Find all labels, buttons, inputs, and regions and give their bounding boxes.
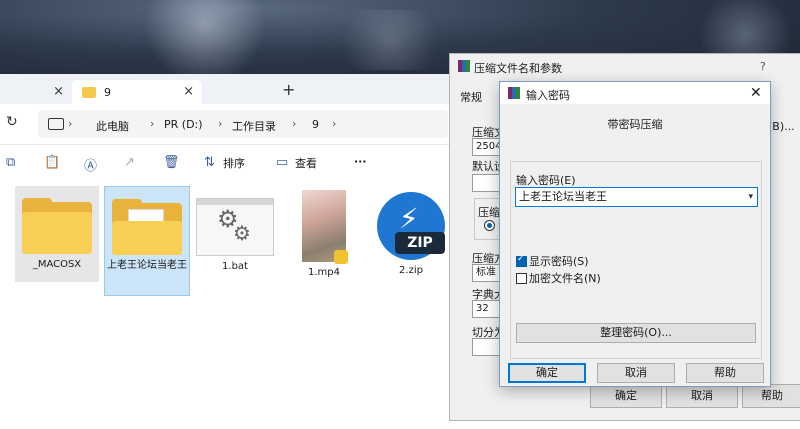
breadcrumb-item[interactable]: 9: [312, 118, 319, 131]
new-tab-button[interactable]: +: [282, 80, 295, 99]
refresh-icon[interactable]: ↻: [6, 114, 18, 130]
password-value: 上老王论坛当老王: [519, 190, 607, 203]
tab-current[interactable]: 9 ×: [72, 80, 202, 104]
file-item[interactable]: ⚡ ZIP 2.zip: [369, 186, 453, 282]
wallpaper-highlight: [140, 0, 270, 80]
close-icon[interactable]: ✕: [750, 85, 762, 101]
close-tab-icon[interactable]: ×: [183, 84, 194, 99]
batch-file-icon: ⚙ ⚙: [196, 198, 274, 256]
password-input[interactable]: 上老王论坛当老王 ▾: [515, 187, 758, 207]
ok-button[interactable]: 确定: [508, 363, 586, 383]
breadcrumb[interactable]: › 此电脑 › PR (D:) › 工作目录 › 9 ›: [38, 110, 448, 138]
tab-label: 9: [104, 85, 111, 99]
password-label: 输入密码(E): [516, 174, 576, 187]
chevron-right-icon[interactable]: ›: [292, 117, 296, 130]
paste-icon[interactable]: 📋: [44, 155, 60, 170]
dictionary-select[interactable]: 32: [472, 300, 501, 318]
file-name: 1.bat: [222, 261, 248, 272]
view-icon[interactable]: ▭: [276, 155, 289, 170]
encrypt-names-label[interactable]: 加密文件名(N): [529, 270, 601, 286]
sort-icon[interactable]: ⇅: [204, 155, 217, 170]
cancel-button[interactable]: 取消: [597, 363, 675, 383]
dialog-titlebar: 压缩文件名和参数 ?: [450, 54, 800, 78]
browse-button[interactable]: (B)...: [768, 120, 795, 133]
delete-icon[interactable]: 🗑: [163, 155, 180, 170]
ok-button[interactable]: 确定: [590, 384, 662, 408]
file-item[interactable]: ⚙ ⚙ 1.bat: [193, 186, 277, 282]
folder-icon: [112, 199, 182, 255]
breadcrumb-item[interactable]: 工作目录: [232, 118, 276, 134]
organize-passwords-button[interactable]: 整理密码(O)...: [516, 323, 756, 343]
computer-icon: [48, 118, 64, 130]
password-dialog: 输入密码 ✕ 带密码压缩 输入密码(E) 上老王论坛当老王 ▾ 显示密码(S) …: [499, 81, 771, 387]
wallpaper-highlight: [330, 10, 450, 70]
file-name: 上老王论坛当老王: [107, 260, 187, 271]
encrypt-names-checkbox[interactable]: [516, 273, 527, 284]
chevron-right-icon[interactable]: ›: [332, 117, 336, 130]
file-name: _MACOSX: [32, 259, 82, 270]
file-item[interactable]: _MACOSX: [15, 186, 99, 282]
folder-icon: [22, 198, 92, 254]
help-button[interactable]: 帮助: [686, 363, 764, 383]
file-name: 2.zip: [399, 265, 423, 276]
help-button[interactable]: 帮助: [742, 384, 800, 408]
more-button[interactable]: ···: [354, 155, 367, 168]
chevron-right-icon[interactable]: ›: [68, 117, 72, 130]
dialog-heading: 带密码压缩: [607, 118, 663, 131]
share-icon[interactable]: ↗: [124, 155, 137, 170]
file-item[interactable]: 上老王论坛当老王: [104, 186, 190, 296]
zip-archive-icon: ⚡ ZIP: [377, 192, 445, 260]
bolt-icon: ⚡: [399, 202, 419, 235]
file-name: 1.mp4: [308, 267, 340, 278]
dialog-title: 输入密码: [526, 89, 570, 102]
winrar-logo-icon: [508, 87, 520, 99]
chevron-right-icon[interactable]: ›: [150, 117, 154, 130]
close-tab-icon[interactable]: ×: [53, 84, 64, 99]
method-select[interactable]: 标准: [472, 264, 501, 282]
cancel-button[interactable]: 取消: [666, 384, 738, 408]
folder-icon: [82, 86, 96, 98]
zip-badge: ZIP: [395, 232, 445, 254]
dialog-titlebar: 输入密码 ✕: [500, 82, 770, 104]
copy-icon[interactable]: ⧉: [6, 155, 19, 170]
rename-icon[interactable]: Ⓐ: [84, 155, 97, 174]
play-badge-icon: [334, 250, 348, 264]
split-select[interactable]: [472, 338, 501, 356]
view-button[interactable]: 查看: [295, 155, 317, 171]
dialog-title: 压缩文件名和参数: [474, 62, 562, 75]
profile-button[interactable]: [472, 174, 501, 192]
winrar-logo-icon: [458, 60, 470, 72]
tab-previous[interactable]: ×: [0, 80, 72, 104]
chevron-right-icon[interactable]: ›: [218, 117, 222, 130]
show-password-checkbox[interactable]: [516, 254, 527, 267]
chevron-down-icon[interactable]: ▾: [748, 188, 753, 206]
file-item[interactable]: 1.mp4: [282, 186, 366, 282]
sort-button[interactable]: 排序: [223, 155, 245, 171]
format-radio[interactable]: [484, 220, 495, 231]
show-password-label[interactable]: 显示密码(S): [529, 253, 589, 269]
video-thumbnail-icon: [302, 190, 348, 264]
help-icon[interactable]: ?: [760, 60, 766, 73]
breadcrumb-item[interactable]: PR (D:): [164, 118, 203, 131]
tab-general[interactable]: 常规: [460, 89, 482, 105]
breadcrumb-item[interactable]: 此电脑: [96, 118, 129, 134]
archive-name-field[interactable]: 25044: [472, 138, 501, 156]
